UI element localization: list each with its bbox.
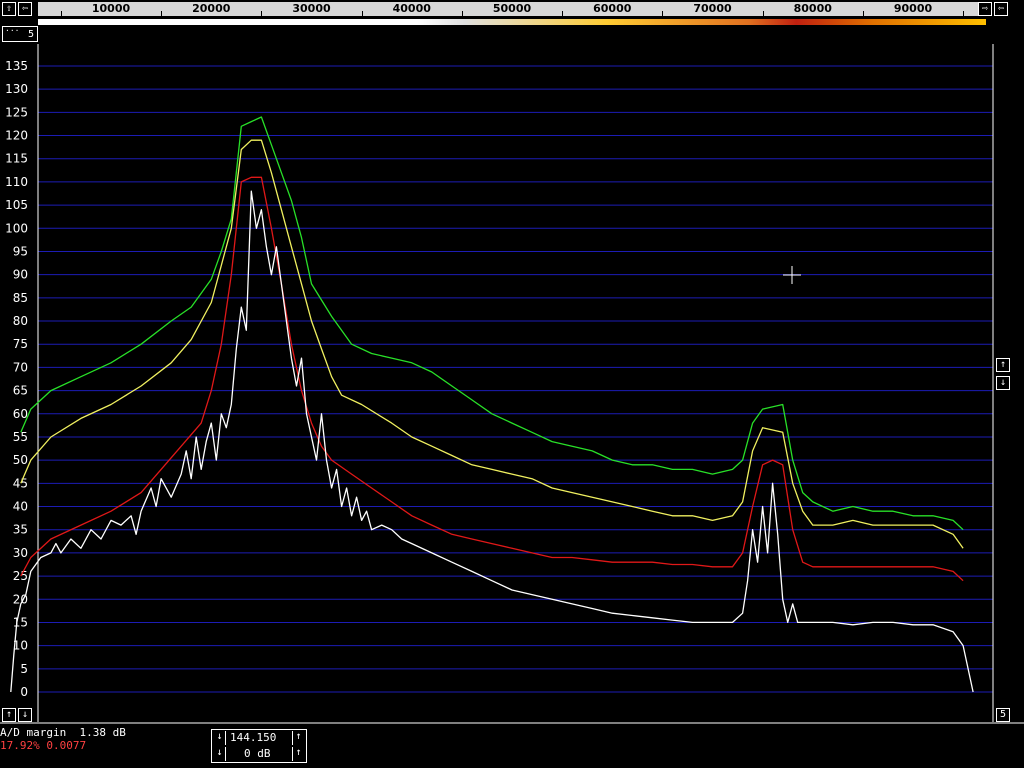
bottom-down-button[interactable]: ↓: [18, 708, 32, 722]
freq-down-button[interactable]: ↓: [214, 731, 226, 745]
freq-value[interactable]: 144.150: [230, 732, 276, 744]
y-tick-label: 5: [20, 662, 28, 676]
ad-margin-text: A/D margin 1.38 dB: [0, 726, 126, 739]
cpu-load-text: 17.92% 0.0077: [0, 739, 87, 752]
y-tick-label: 50: [13, 453, 28, 467]
y-tick-label: 80: [13, 314, 28, 328]
bottom-up-button[interactable]: ↑: [2, 708, 16, 722]
freq-up-button[interactable]: ↑: [292, 731, 304, 745]
y-tick-label: 15: [13, 615, 28, 629]
grid-lines: [0, 44, 1024, 724]
y-tick-label: 45: [13, 476, 28, 490]
spectrum-plot[interactable]: 0510152025303540455055606570758085909510…: [0, 0, 1024, 768]
y-tick-label: 35: [13, 523, 28, 537]
y-tick-label: 60: [13, 407, 28, 421]
bottom-right-button[interactable]: 5: [996, 708, 1010, 722]
crosshair-cursor: [783, 266, 801, 284]
y-tick-label: 115: [5, 152, 28, 166]
scale-up-button[interactable]: ↑: [996, 358, 1010, 372]
gain-down-button[interactable]: ↓: [214, 747, 226, 761]
series-red-line: [20, 176, 964, 582]
status-panel: A/D margin 1.38 dB 17.92% 0.0077: [0, 725, 1024, 768]
y-tick-label: 110: [5, 175, 28, 189]
y-tick-label: 85: [13, 291, 28, 305]
gain-value[interactable]: 0 dB: [244, 748, 271, 760]
y-tick-label: 25: [13, 569, 28, 583]
gain-control-box: ↓ 144.150 ↑ ↓ 0 dB ↑: [211, 729, 307, 763]
y-tick-labels: 0510152025303540455055606570758085909510…: [5, 59, 28, 699]
y-tick-label: 120: [5, 129, 28, 143]
y-tick-label: 125: [5, 105, 28, 119]
y-tick-label: 95: [13, 244, 28, 258]
y-tick-label: 70: [13, 360, 28, 374]
y-tick-label: 75: [13, 337, 28, 351]
y-tick-label: 30: [13, 546, 28, 560]
y-tick-label: 130: [5, 82, 28, 96]
y-tick-label: 90: [13, 268, 28, 282]
spectrum-series: [10, 116, 974, 693]
y-tick-label: 40: [13, 500, 28, 514]
y-tick-label: 100: [5, 221, 28, 235]
y-tick-label: 135: [5, 59, 28, 73]
series-white-line: [10, 190, 974, 693]
y-tick-label: 105: [5, 198, 28, 212]
y-tick-label: 65: [13, 384, 28, 398]
gain-up-button[interactable]: ↑: [292, 747, 304, 761]
scale-down-button[interactable]: ↓: [996, 376, 1010, 390]
y-tick-label: 0: [20, 685, 28, 699]
